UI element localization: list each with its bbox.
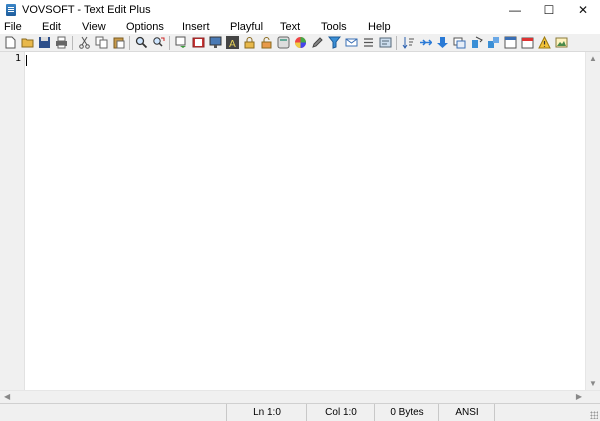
scroll-left-icon[interactable]: ◀ bbox=[4, 392, 10, 401]
open-folder-icon[interactable] bbox=[20, 36, 34, 50]
menu-view[interactable]: View bbox=[82, 21, 106, 33]
text-editor[interactable]: 1 bbox=[0, 52, 600, 390]
plugin-icon[interactable] bbox=[486, 36, 500, 50]
sort-icon[interactable] bbox=[401, 36, 415, 50]
print-icon[interactable] bbox=[54, 36, 68, 50]
menu-help[interactable]: Help bbox=[368, 21, 391, 33]
app-icon bbox=[6, 4, 16, 16]
title-bar: VOVSOFT - Text Edit Plus — ☐ ✕ bbox=[0, 0, 600, 20]
toolbar: A bbox=[0, 34, 600, 52]
maximize-button[interactable]: ☐ bbox=[532, 0, 566, 20]
line-number: 1 bbox=[14, 53, 21, 64]
list-icon[interactable] bbox=[361, 36, 375, 50]
filter-icon[interactable] bbox=[327, 36, 341, 50]
window-icon[interactable] bbox=[452, 36, 466, 50]
resize-grip-icon[interactable] bbox=[590, 411, 598, 419]
arrow-down-icon[interactable] bbox=[435, 36, 449, 50]
toolbar-separator bbox=[129, 35, 130, 50]
search-icon[interactable] bbox=[134, 36, 148, 50]
save-icon[interactable] bbox=[37, 36, 51, 50]
replace-icon[interactable] bbox=[151, 36, 165, 50]
scroll-right-icon[interactable]: ▶ bbox=[576, 392, 582, 401]
panel-icon[interactable] bbox=[503, 36, 517, 50]
menu-text[interactable]: Text bbox=[280, 21, 300, 33]
scroll-up-icon[interactable]: ▲ bbox=[589, 54, 597, 63]
status-line: Ln 1:0 bbox=[226, 404, 307, 421]
line-number-gutter: 1 bbox=[0, 52, 25, 390]
status-empty-panel bbox=[494, 404, 600, 421]
minimize-button[interactable]: — bbox=[498, 0, 532, 20]
menu-edit[interactable]: Edit bbox=[42, 21, 61, 33]
menu-bar: File Edit View Options Insert Playful Te… bbox=[0, 20, 600, 34]
window-title: VOVSOFT - Text Edit Plus bbox=[22, 4, 151, 16]
font-icon[interactable]: A bbox=[225, 36, 239, 50]
monitor-icon[interactable] bbox=[208, 36, 222, 50]
toolbar-separator bbox=[396, 35, 397, 50]
image-icon[interactable] bbox=[554, 36, 568, 50]
toolbar-separator bbox=[72, 35, 73, 50]
copy-icon[interactable] bbox=[94, 36, 108, 50]
cut-icon[interactable] bbox=[77, 36, 91, 50]
arrows-right-icon[interactable] bbox=[418, 36, 432, 50]
menu-insert[interactable]: Insert bbox=[182, 21, 210, 33]
menu-file[interactable]: File bbox=[4, 21, 22, 33]
menu-options[interactable]: Options bbox=[126, 21, 164, 33]
lock-icon[interactable] bbox=[242, 36, 256, 50]
vertical-scrollbar[interactable]: ▲ ▼ bbox=[585, 52, 600, 390]
book-icon[interactable] bbox=[191, 36, 205, 50]
menu-playful[interactable]: Playful bbox=[230, 21, 263, 33]
status-encoding: ANSI bbox=[438, 404, 495, 421]
goto-line-icon[interactable] bbox=[174, 36, 188, 50]
horizontal-scrollbar[interactable]: ◀ ▶ bbox=[0, 390, 600, 404]
tools-icon[interactable] bbox=[469, 36, 483, 50]
toolbar-separator bbox=[169, 35, 170, 50]
warning-icon[interactable] bbox=[537, 36, 551, 50]
status-column: Col 1:0 bbox=[306, 404, 375, 421]
close-button[interactable]: ✕ bbox=[566, 0, 600, 20]
paste-icon[interactable] bbox=[111, 36, 125, 50]
mail-icon[interactable] bbox=[344, 36, 358, 50]
window-controls: — ☐ ✕ bbox=[498, 0, 600, 20]
svg-text:A: A bbox=[229, 39, 236, 49]
scroll-down-icon[interactable]: ▼ bbox=[589, 379, 597, 388]
calendar-icon[interactable] bbox=[520, 36, 534, 50]
status-bar: Ln 1:0 Col 1:0 0 Bytes ANSI bbox=[0, 403, 600, 421]
calculator-icon[interactable] bbox=[276, 36, 290, 50]
unlock-icon[interactable] bbox=[259, 36, 273, 50]
new-file-icon[interactable] bbox=[3, 36, 17, 50]
color-wheel-icon[interactable] bbox=[293, 36, 307, 50]
text-caret bbox=[26, 55, 27, 66]
card-icon[interactable] bbox=[378, 36, 392, 50]
status-file-size: 0 Bytes bbox=[374, 404, 439, 421]
menu-tools[interactable]: Tools bbox=[321, 21, 347, 33]
pen-icon[interactable] bbox=[310, 36, 324, 50]
